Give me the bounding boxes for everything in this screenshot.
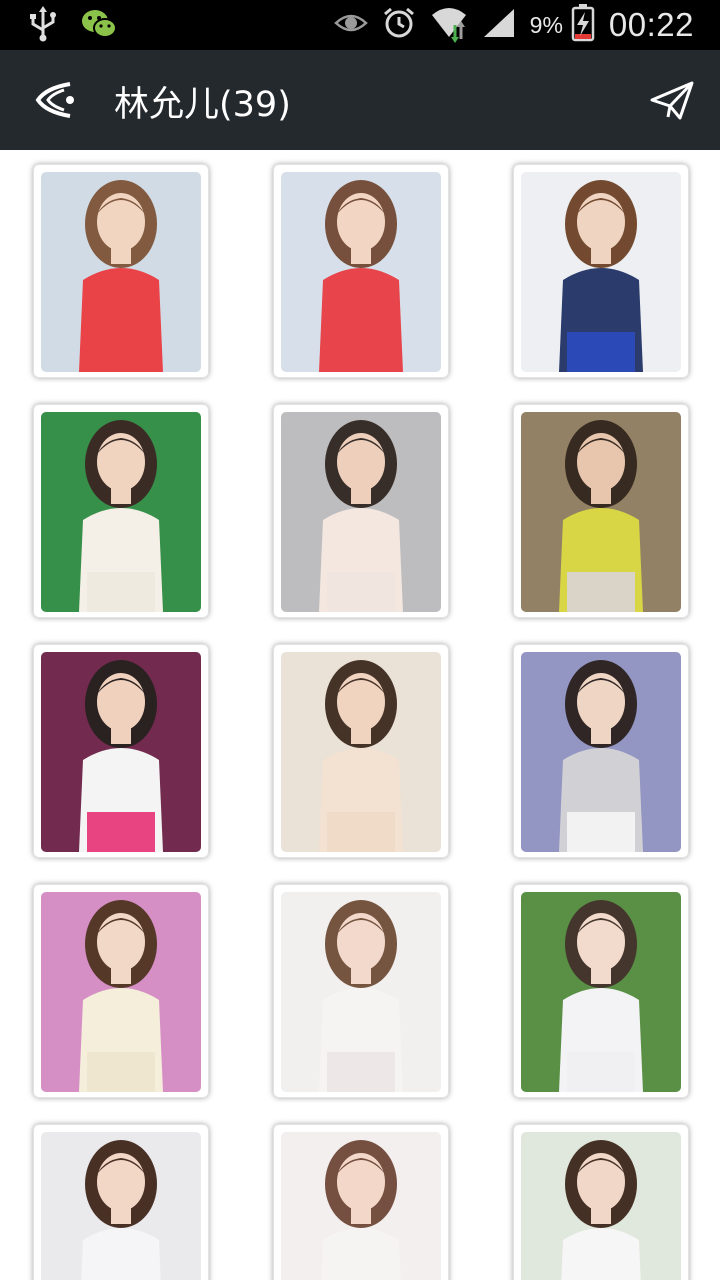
photo-image <box>521 652 681 852</box>
battery-charging-icon <box>571 4 595 46</box>
photo-image <box>41 1132 201 1280</box>
photo-thumbnail[interactable] <box>513 164 689 378</box>
back-button[interactable] <box>30 74 90 126</box>
photo-thumbnail[interactable] <box>513 1124 689 1280</box>
photo-thumbnail[interactable] <box>513 404 689 618</box>
photo-thumbnail[interactable] <box>33 644 209 858</box>
photo-image <box>521 1132 681 1280</box>
photo-image <box>281 1132 441 1280</box>
photo-image <box>41 412 201 612</box>
clock: 00:22 <box>608 6 694 43</box>
photo-image <box>521 412 681 612</box>
status-bar: 9% 00:22 <box>0 0 720 50</box>
photo-thumbnail[interactable] <box>33 404 209 618</box>
photo-image <box>281 892 441 1092</box>
photo-image <box>281 172 441 372</box>
alarm-icon <box>382 6 416 44</box>
photo-thumbnail[interactable] <box>33 1124 209 1280</box>
battery-percent: 9% <box>529 11 563 38</box>
photo-thumbnail[interactable] <box>273 644 449 858</box>
photo-thumbnail[interactable] <box>33 164 209 378</box>
photo-image <box>521 172 681 372</box>
photo-thumbnail[interactable] <box>273 404 449 618</box>
photo-thumbnail[interactable] <box>273 164 449 378</box>
wechat-icon <box>80 7 118 45</box>
action-bar: 林允儿(39) <box>0 50 720 150</box>
back-arrow-icon <box>35 82 74 118</box>
photo-image <box>281 412 441 612</box>
photo-thumbnail[interactable] <box>273 1124 449 1280</box>
photo-thumbnail[interactable] <box>273 884 449 1098</box>
photo-grid <box>0 150 720 1280</box>
photo-thumbnail[interactable] <box>513 644 689 858</box>
send-icon <box>650 81 694 120</box>
page-title: 林允儿(39) <box>114 85 291 125</box>
eye-icon <box>333 11 368 39</box>
signal-icon <box>482 7 516 43</box>
wifi-icon <box>430 3 468 47</box>
usb-icon <box>28 6 58 46</box>
photo-thumbnail[interactable] <box>513 884 689 1098</box>
send-button[interactable] <box>650 80 694 122</box>
photo-image <box>281 652 441 852</box>
photo-image <box>41 172 201 372</box>
photo-image <box>41 892 201 1092</box>
photo-image <box>41 652 201 852</box>
photo-image <box>521 892 681 1092</box>
photo-thumbnail[interactable] <box>33 884 209 1098</box>
